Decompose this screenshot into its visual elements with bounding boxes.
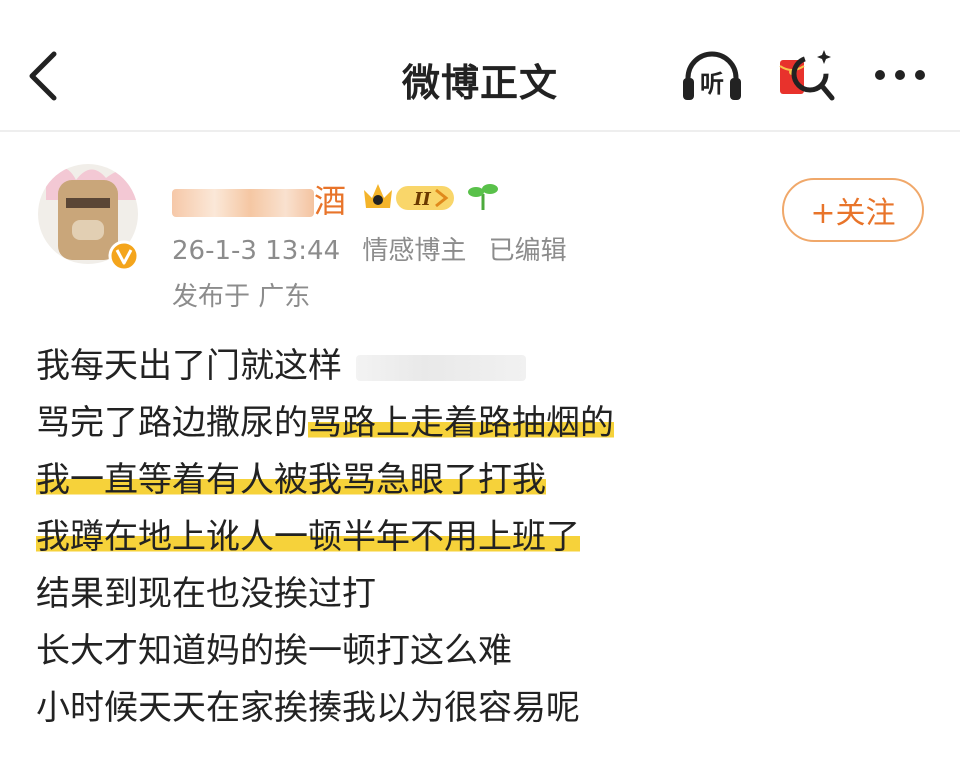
post-location: 发布于 广东 xyxy=(172,282,311,312)
red-packet-search-button[interactable] xyxy=(776,44,838,106)
blurred-name-region xyxy=(172,189,314,217)
more-dots-icon xyxy=(875,70,925,80)
post-line: 我蹲在地上讹人一顿半年不用上班了 xyxy=(36,517,580,557)
more-options-button[interactable] xyxy=(870,60,930,90)
edited-label[interactable]: 已编辑 xyxy=(489,236,567,266)
listen-button[interactable]: 听 xyxy=(680,48,744,104)
post-line: 长大才知道妈的挨一顿打这么难 xyxy=(36,631,512,671)
level-badge-label: II xyxy=(413,189,431,210)
top-bar: 微博正文 听 xyxy=(0,0,960,130)
post-meta: 26-1-3 13:44 情感博主 已编辑 xyxy=(172,230,581,267)
post-line: 小时候天天在家挨揍我以为很容易呢 xyxy=(36,688,580,728)
follow-button[interactable]: +关注 xyxy=(782,178,924,242)
headphones-icon: 听 xyxy=(683,51,741,100)
user-badges: II xyxy=(362,176,502,216)
avatar-image xyxy=(38,164,140,272)
post-content: 我每天出了门就这样 骂完了路边撒尿的骂路上走着路抽烟的 我一直等着有人被我骂急眼… xyxy=(36,338,936,737)
author-name[interactable]: 酒 xyxy=(172,176,346,222)
post-line: 骂完了路边撒尿的骂路上走着路抽烟的 xyxy=(36,403,614,443)
post-timestamp: 26-1-3 13:44 xyxy=(172,236,341,266)
post-line: 我一直等着有人被我骂急眼了打我 xyxy=(36,460,546,500)
author-name-visible: 酒 xyxy=(314,182,347,220)
post-line: 我每天出了门就这样 xyxy=(36,338,936,395)
author-tag: 情感博主 xyxy=(362,236,467,266)
header-divider xyxy=(0,130,960,132)
author-avatar[interactable] xyxy=(36,150,140,274)
red-packet-search-icon xyxy=(779,50,835,101)
blurred-emoji-region xyxy=(356,354,526,381)
post-line: 结果到现在也没挨过打 xyxy=(36,574,376,614)
sprout-icon xyxy=(468,184,498,210)
listen-label: 听 xyxy=(700,70,724,98)
